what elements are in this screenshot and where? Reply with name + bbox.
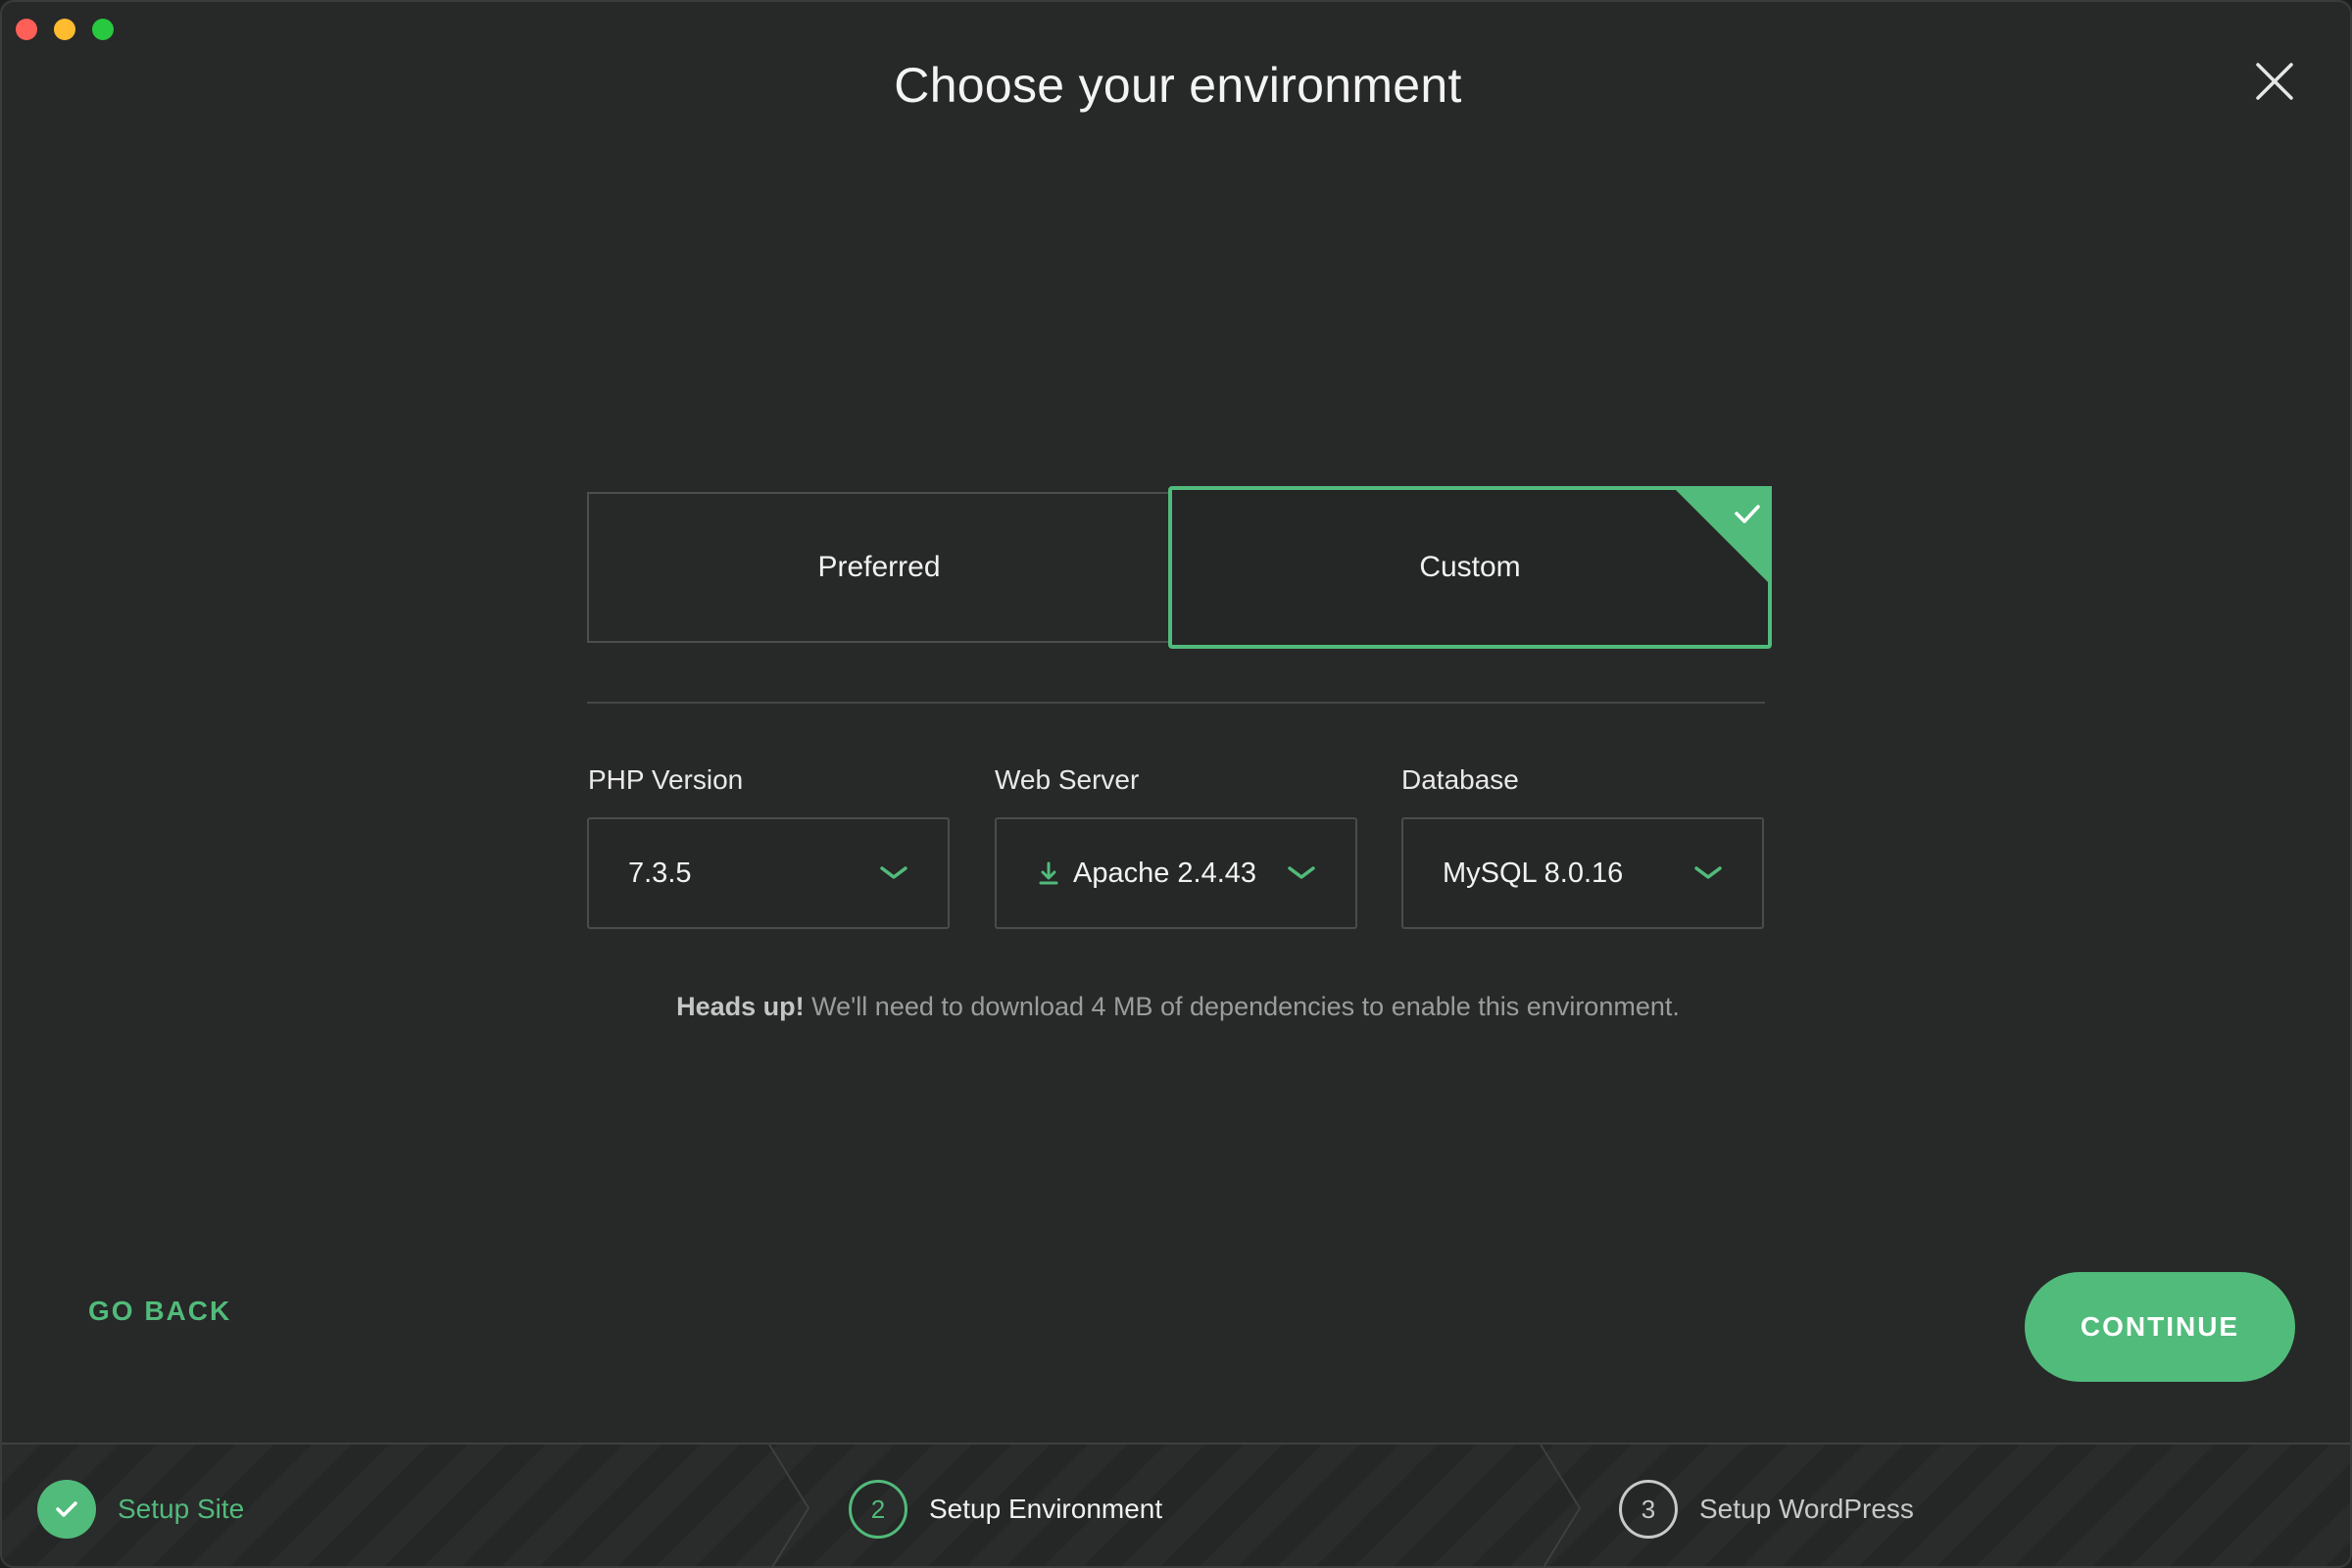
step-complete-check-icon	[37, 1480, 96, 1539]
preferred-option[interactable]: Preferred	[587, 492, 1171, 643]
chevron-down-icon	[1288, 866, 1315, 879]
step-label: Setup Environment	[929, 1494, 1163, 1524]
php-version-value: 7.3.5	[628, 857, 692, 889]
selected-check-icon	[1672, 486, 1772, 586]
chevron-down-icon	[1694, 866, 1722, 879]
close-dialog-button[interactable]	[2252, 59, 2297, 104]
window-close-button[interactable]	[16, 19, 37, 40]
step-setup-wordpress: 3 Setup WordPress	[1619, 1478, 1914, 1541]
window-maximize-button[interactable]	[92, 19, 114, 40]
step-number: 2	[849, 1480, 907, 1539]
web-server-select[interactable]: Apache 2.4.43	[995, 817, 1357, 929]
database-select[interactable]: MySQL 8.0.16	[1401, 817, 1764, 929]
web-server-label: Web Server	[995, 764, 1140, 795]
section-divider	[587, 702, 1765, 704]
step-label: Setup WordPress	[1699, 1494, 1914, 1524]
custom-option-label: Custom	[1419, 551, 1521, 583]
continue-button[interactable]: CONTINUE	[2025, 1272, 2295, 1382]
setup-progress-bar: Setup Site 2 Setup Environment 3 Setup W…	[2, 1443, 2350, 1566]
web-server-value: Apache 2.4.43	[1073, 857, 1257, 889]
preferred-option-label: Preferred	[817, 551, 941, 583]
notice-emphasis: Heads up!	[676, 992, 805, 1021]
php-version-label: PHP Version	[588, 764, 744, 795]
setup-dialog-window: Choose your environment Preferred Custom…	[0, 0, 2352, 1568]
step-label: Setup Site	[118, 1494, 245, 1524]
go-back-button[interactable]: GO BACK	[88, 1296, 231, 1327]
step-number: 3	[1619, 1480, 1678, 1539]
notice-text: We'll need to download 4 MB of dependenc…	[804, 992, 1680, 1021]
step-setup-environment: 2 Setup Environment	[849, 1478, 1162, 1541]
page-title: Choose your environment	[894, 58, 1462, 113]
close-icon	[2256, 63, 2293, 100]
chevron-down-icon	[880, 866, 907, 879]
download-icon	[1039, 861, 1058, 885]
database-label: Database	[1401, 764, 1519, 795]
download-notice: Heads up! We'll need to download 4 MB of…	[2, 992, 2350, 1022]
step-setup-site: Setup Site	[37, 1478, 244, 1541]
step-separator-arrows	[768, 1445, 1582, 1566]
window-minimize-button[interactable]	[54, 19, 75, 40]
window-controls	[16, 19, 114, 40]
custom-option[interactable]: Custom	[1168, 486, 1772, 649]
php-version-select[interactable]: 7.3.5	[587, 817, 950, 929]
database-value: MySQL 8.0.16	[1443, 857, 1624, 889]
